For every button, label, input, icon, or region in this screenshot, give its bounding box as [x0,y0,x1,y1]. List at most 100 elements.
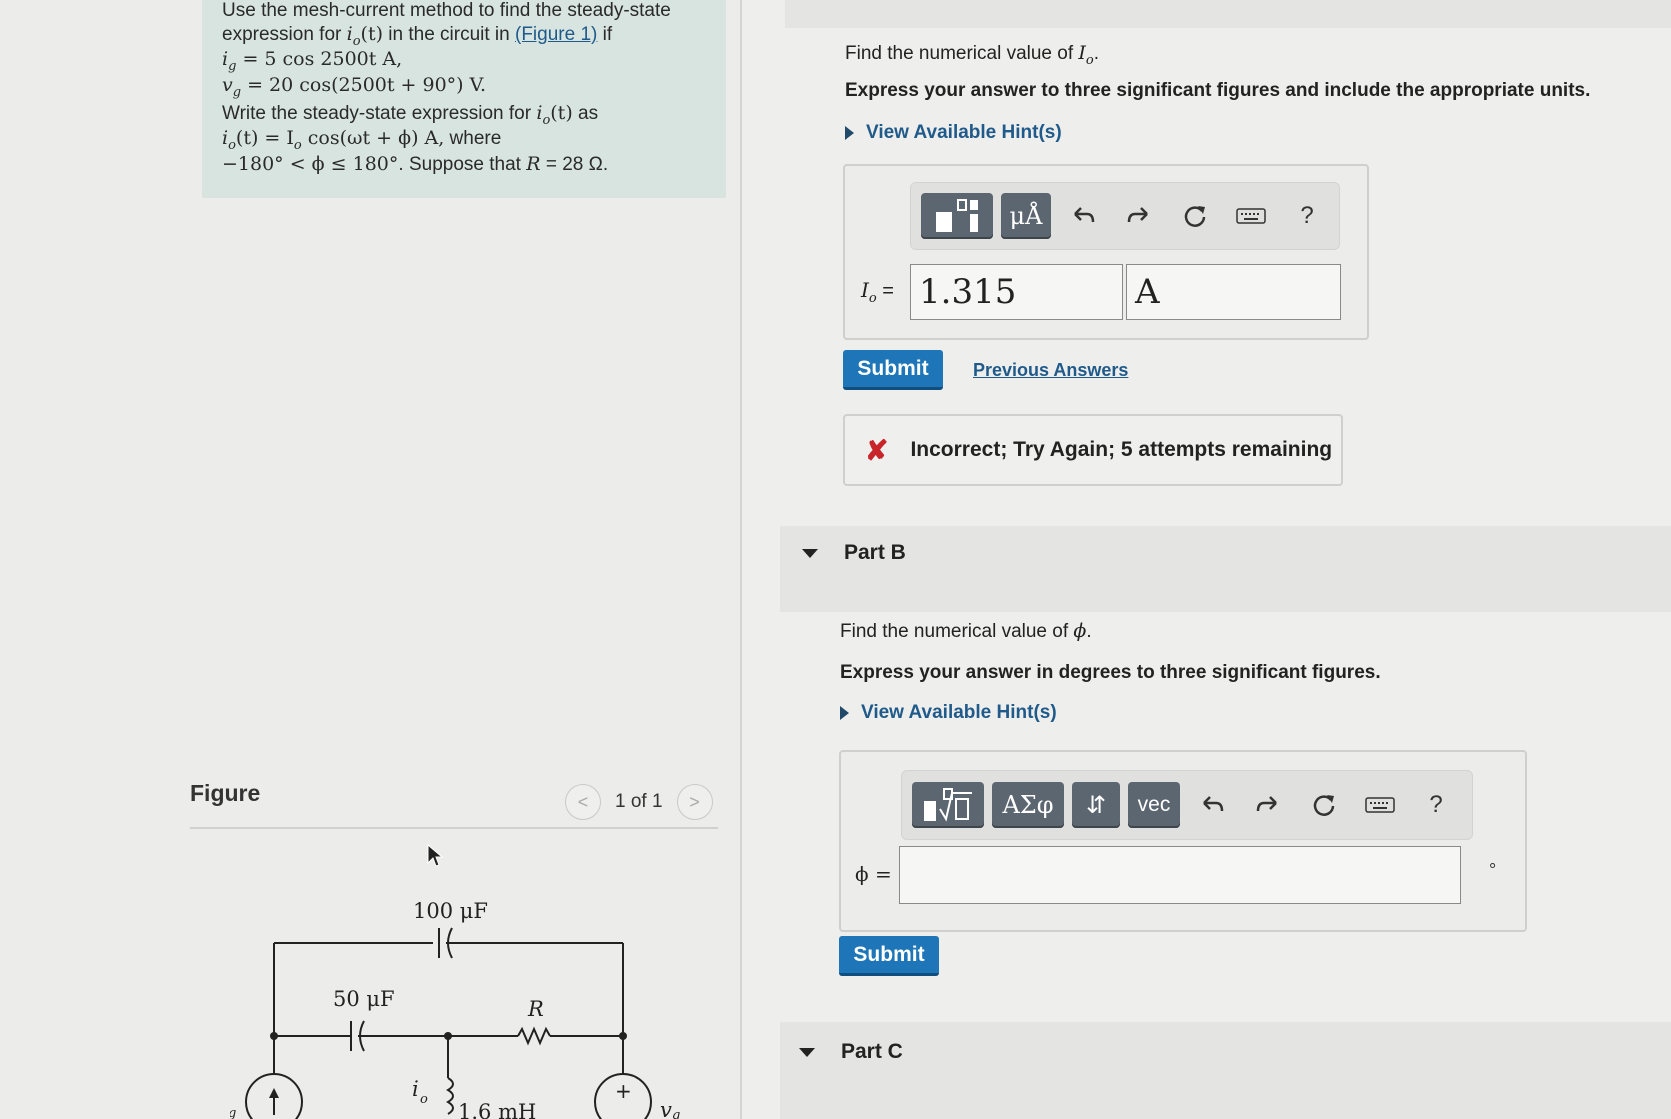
math-sub: o [228,137,236,153]
math-sub: o [868,291,877,306]
undo-icon[interactable] [1059,204,1107,228]
figure-title: Figure [190,780,261,806]
vector-button[interactable]: vec [1128,782,1180,828]
part-a-instruction: Express your answer to three significant… [845,80,1591,101]
problem-line-6: io(t) = Io cos(ωt + ϕ) A, where [222,127,501,153]
label-inductor: 1.6 mH [458,1100,536,1119]
problem-line-2: expression for io(t) in the circuit in (… [222,23,612,49]
reset-icon[interactable] [1300,792,1348,818]
part-a-hint-toggle[interactable]: View Available Hint(s) [845,122,1062,144]
text: where [444,128,502,149]
label-io: i [412,1077,419,1101]
greek-symbols-button[interactable]: ΑΣφ [992,782,1064,828]
part-b-var-label: ϕ = [855,862,892,886]
label-vg: v [660,1098,672,1119]
text: Write the steady-state expression for [222,103,537,124]
template-sqrt-icon [924,788,972,822]
text: in the circuit in [383,24,515,45]
problem-line-3: ig = 5 cos 2500t A, [222,48,402,74]
part-a-value-input[interactable]: 1.315 [910,264,1123,320]
math-sub: g [232,84,242,100]
text: Find the numerical value of [840,621,1074,642]
problem-line-1: Use the mesh-current method to find the … [222,0,671,21]
part-c-header-band [780,1022,1671,1119]
collapse-arrow-icon [802,548,818,558]
help-icon[interactable]: ? [1283,202,1331,230]
math-var: ϕ [1073,620,1087,642]
part-c-header[interactable]: Part C [799,1040,903,1064]
figure-nav: < 1 of 1 > [565,784,713,820]
label-100uF: 100 μF [413,899,488,923]
text: if [597,24,613,45]
part-a-answer-box: μÅ ? Io = 1.315 A [843,164,1369,340]
template-icon [936,199,978,232]
help-icon[interactable]: ? [1412,791,1460,819]
degree-symbol: ° [1489,860,1497,880]
part-b-header[interactable]: Part B [802,541,906,565]
text: . [1093,43,1100,64]
template-sqrt-button[interactable] [912,782,984,828]
text: = 28 Ω. [540,154,609,175]
text: Find the numerical value of [845,43,1079,64]
text: . Suppose that [398,154,527,175]
label-ig-sub: g [230,1106,236,1119]
figure-counter: 1 of 1 [615,791,663,812]
figure-prev-button[interactable]: < [565,784,601,820]
text: = [876,280,894,302]
text: expression for [222,24,347,45]
label-50uF: 50 μF [333,987,395,1011]
part-c-title: Part C [841,1040,903,1063]
math-var: v [222,74,233,96]
part-b-value-input[interactable] [899,846,1461,904]
undo-icon[interactable] [1188,793,1236,817]
math-arg: (t) [550,102,573,124]
figure-next-button[interactable]: > [676,784,713,820]
figure-divider [190,827,718,829]
part-b-answer-box: ΑΣφ ⇵ vec ? ϕ = ° [839,750,1527,932]
text: . [1086,621,1092,642]
hint-label: View Available Hint(s) [866,122,1062,143]
problem-line-4: vg = 20 cos(2500t + 90°) V. [222,74,486,100]
part-b-hint-toggle[interactable]: View Available Hint(s) [840,702,1057,724]
math-expr: cos(ωt + ϕ) A, [301,127,445,149]
problem-line-5: Write the steady-state expression for io… [222,102,598,128]
feedback-text: Incorrect; Try Again; 5 attempts remaini… [910,438,1333,461]
label-io-sub: o [420,1092,428,1107]
problem-statement: Use the mesh-current method to find the … [202,0,726,198]
label-vg-sub: g [672,1108,680,1119]
part-a-var-label: Io = [861,278,894,306]
math-var: I [861,278,869,302]
part-b-toolbar: ΑΣφ ⇵ vec ? [901,770,1473,840]
part-b-header-band [780,526,1671,612]
part-b-submit-button[interactable]: Submit [839,936,939,976]
redo-icon[interactable] [1115,204,1163,228]
math-expr: (t) = I [235,127,294,149]
circuit-diagram: 100 μF 50 μF R i g i o 1.6 mH v g + [230,899,680,1119]
math-expr: = 20 cos(2500t + 90°) V. [241,74,487,96]
math-expr: = 5 cos 2500t A, [236,48,403,70]
template-button[interactable] [921,193,993,239]
collapse-arrow-icon [799,1047,815,1057]
math-var: R [526,153,541,175]
part-a-unit-input[interactable]: A [1126,264,1341,320]
math-sub: o [293,137,302,153]
keyboard-icon[interactable] [1356,795,1404,815]
reset-icon[interactable] [1171,203,1219,229]
problem-line-7: −180° < ϕ ≤ 180°. Suppose that R = 28 Ω. [222,153,608,176]
redo-icon[interactable] [1244,793,1292,817]
arrows-button[interactable]: ⇵ [1072,782,1120,828]
units-button[interactable]: μÅ [1001,193,1051,239]
math-arg: (t) [360,23,383,45]
expand-arrow-icon [845,126,854,140]
math-expr: −180° < ϕ ≤ 180° [222,153,399,175]
part-a-feedback: ✘ Incorrect; Try Again; 5 attempts remai… [843,414,1343,486]
text: as [572,103,599,124]
math-sub: o [1085,52,1094,68]
figure-link[interactable]: (Figure 1) [515,24,597,45]
label-plus: + [615,1079,632,1103]
math-sub: o [352,33,361,49]
part-a-header-band [785,0,1671,28]
previous-answers-link[interactable]: Previous Answers [973,360,1128,381]
part-a-submit-button[interactable]: Submit [843,350,943,390]
keyboard-icon[interactable] [1227,206,1275,226]
